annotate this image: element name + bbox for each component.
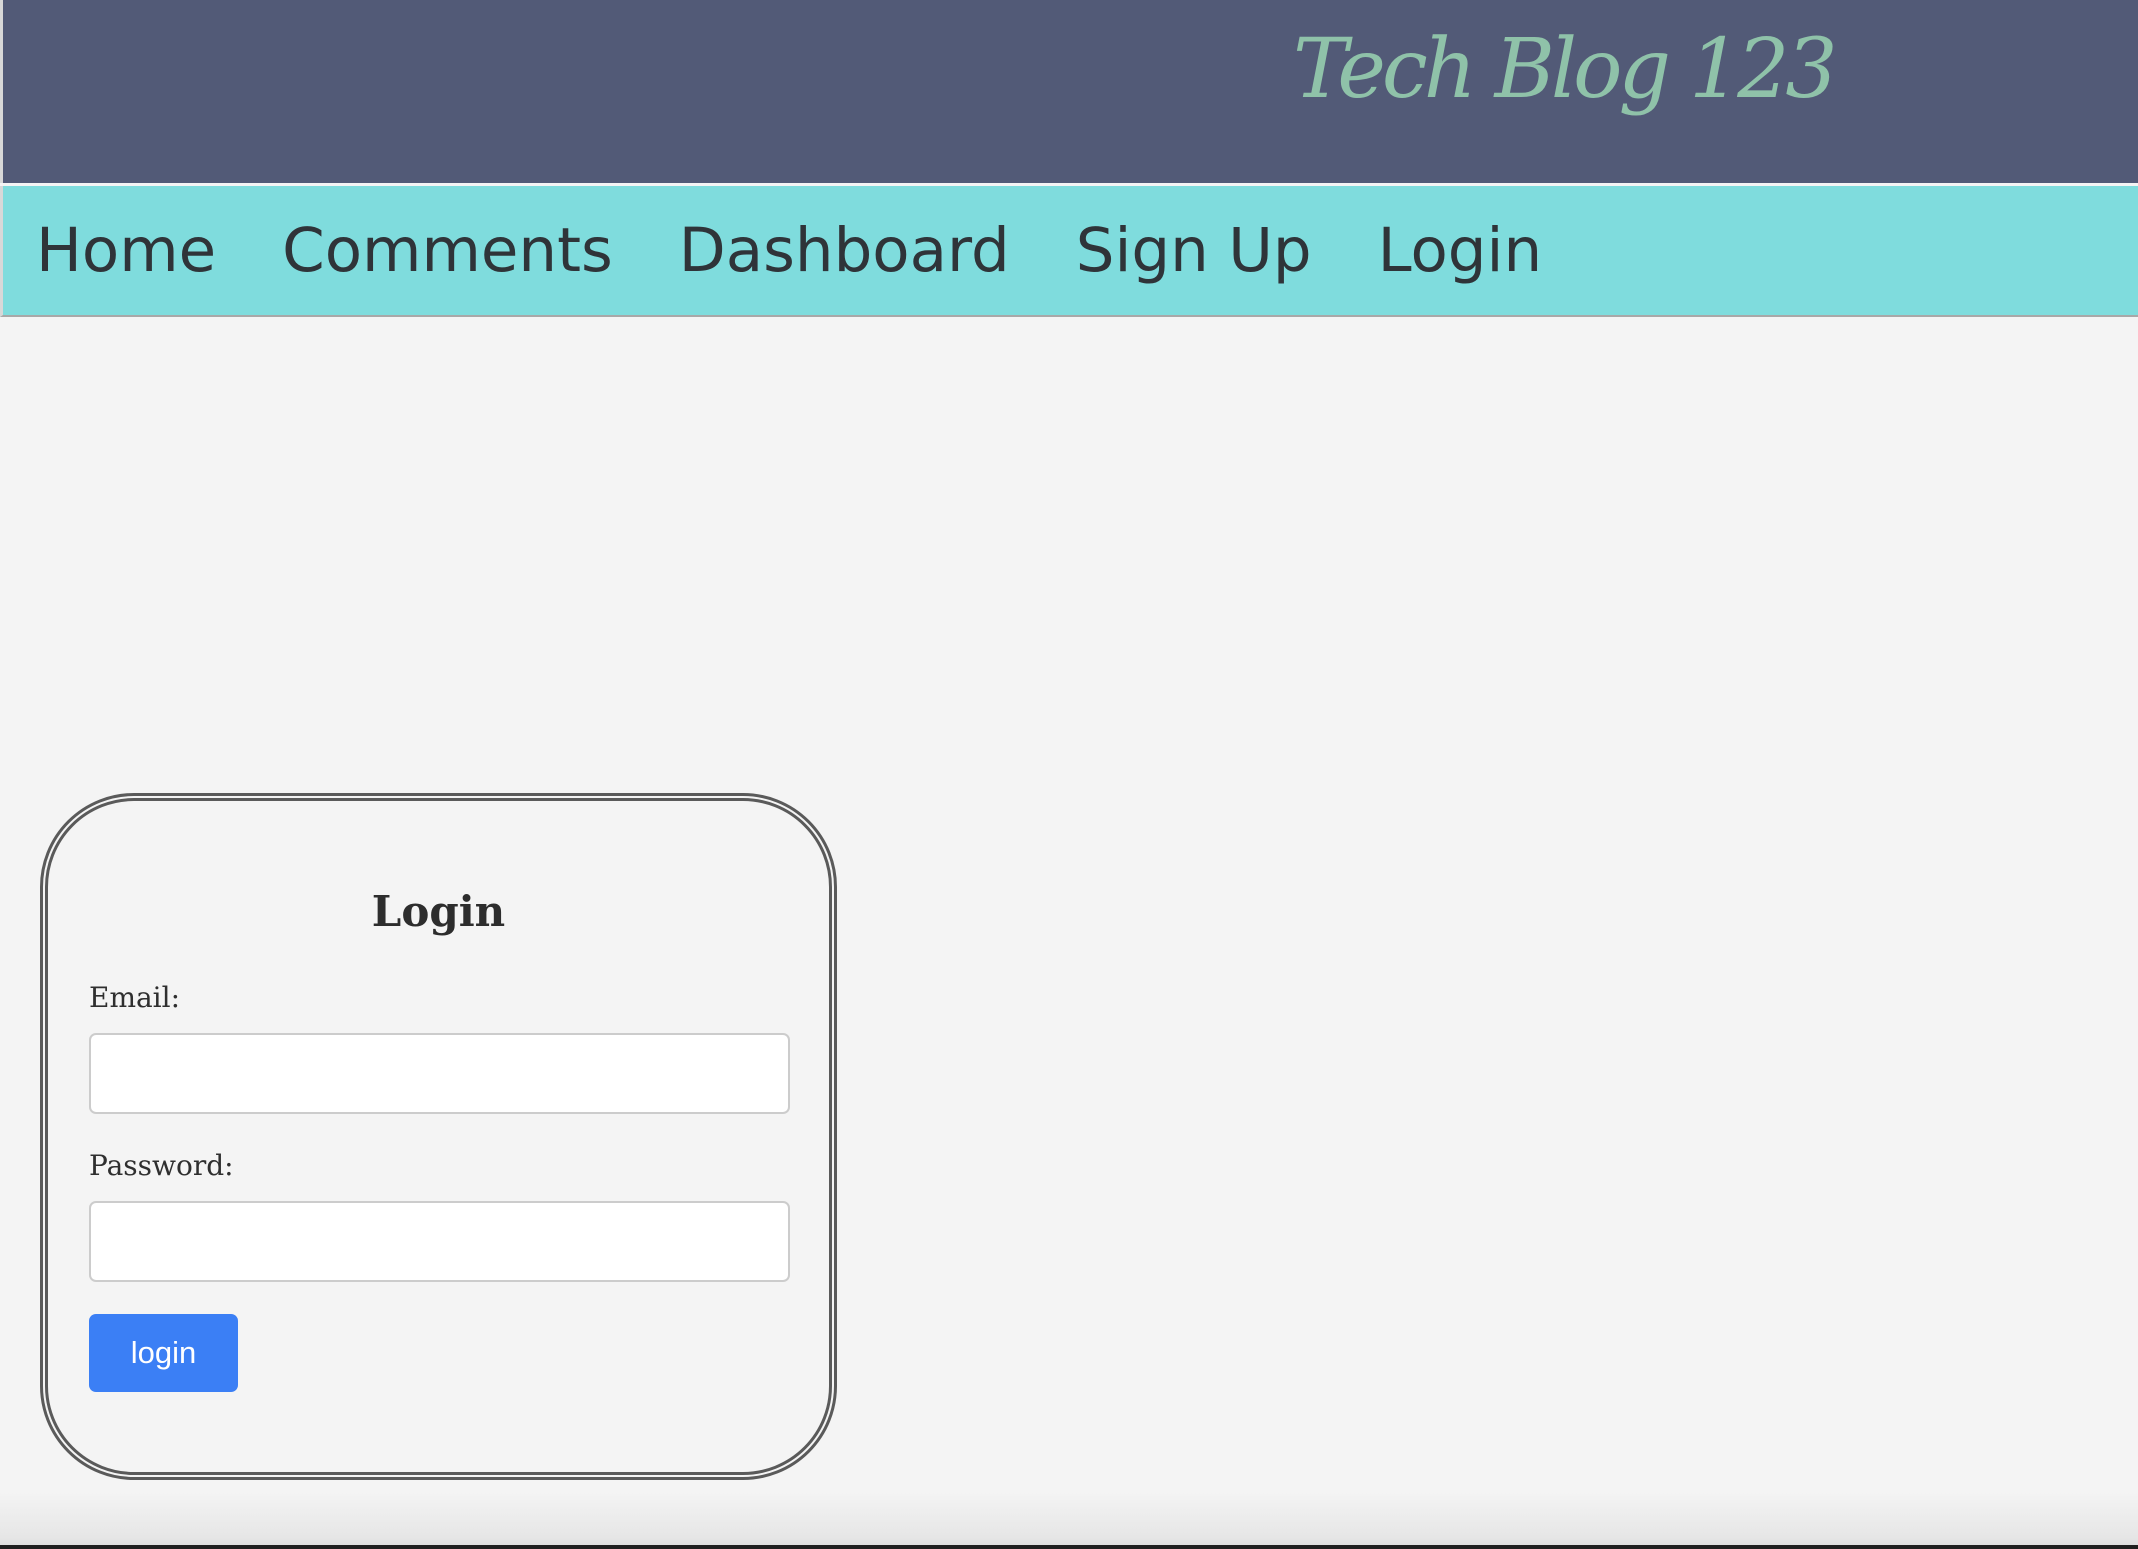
window-bottom-shadow: [0, 1492, 2138, 1549]
main-nav: Home Comments Dashboard Sign Up Login: [0, 186, 2138, 317]
email-label: Email:: [89, 981, 181, 1014]
login-form-title: Login: [371, 887, 506, 936]
login-form: Login Email: Password: login: [40, 793, 837, 1480]
password-input[interactable]: [89, 1201, 790, 1282]
nav-link-comments[interactable]: Comments: [282, 220, 613, 281]
window-bottom-edge: [0, 1545, 2138, 1549]
password-label: Password:: [89, 1149, 234, 1182]
nav-link-home[interactable]: Home: [36, 220, 216, 281]
login-button[interactable]: login: [89, 1314, 238, 1392]
nav-link-dashboard[interactable]: Dashboard: [679, 220, 1010, 281]
email-input[interactable]: [89, 1033, 790, 1114]
site-header: Tech Blog 123: [0, 0, 2138, 183]
nav-link-sign-up[interactable]: Sign Up: [1076, 220, 1312, 281]
nav-link-login[interactable]: Login: [1378, 220, 1543, 281]
site-title: Tech Blog 123: [1293, 22, 1838, 117]
